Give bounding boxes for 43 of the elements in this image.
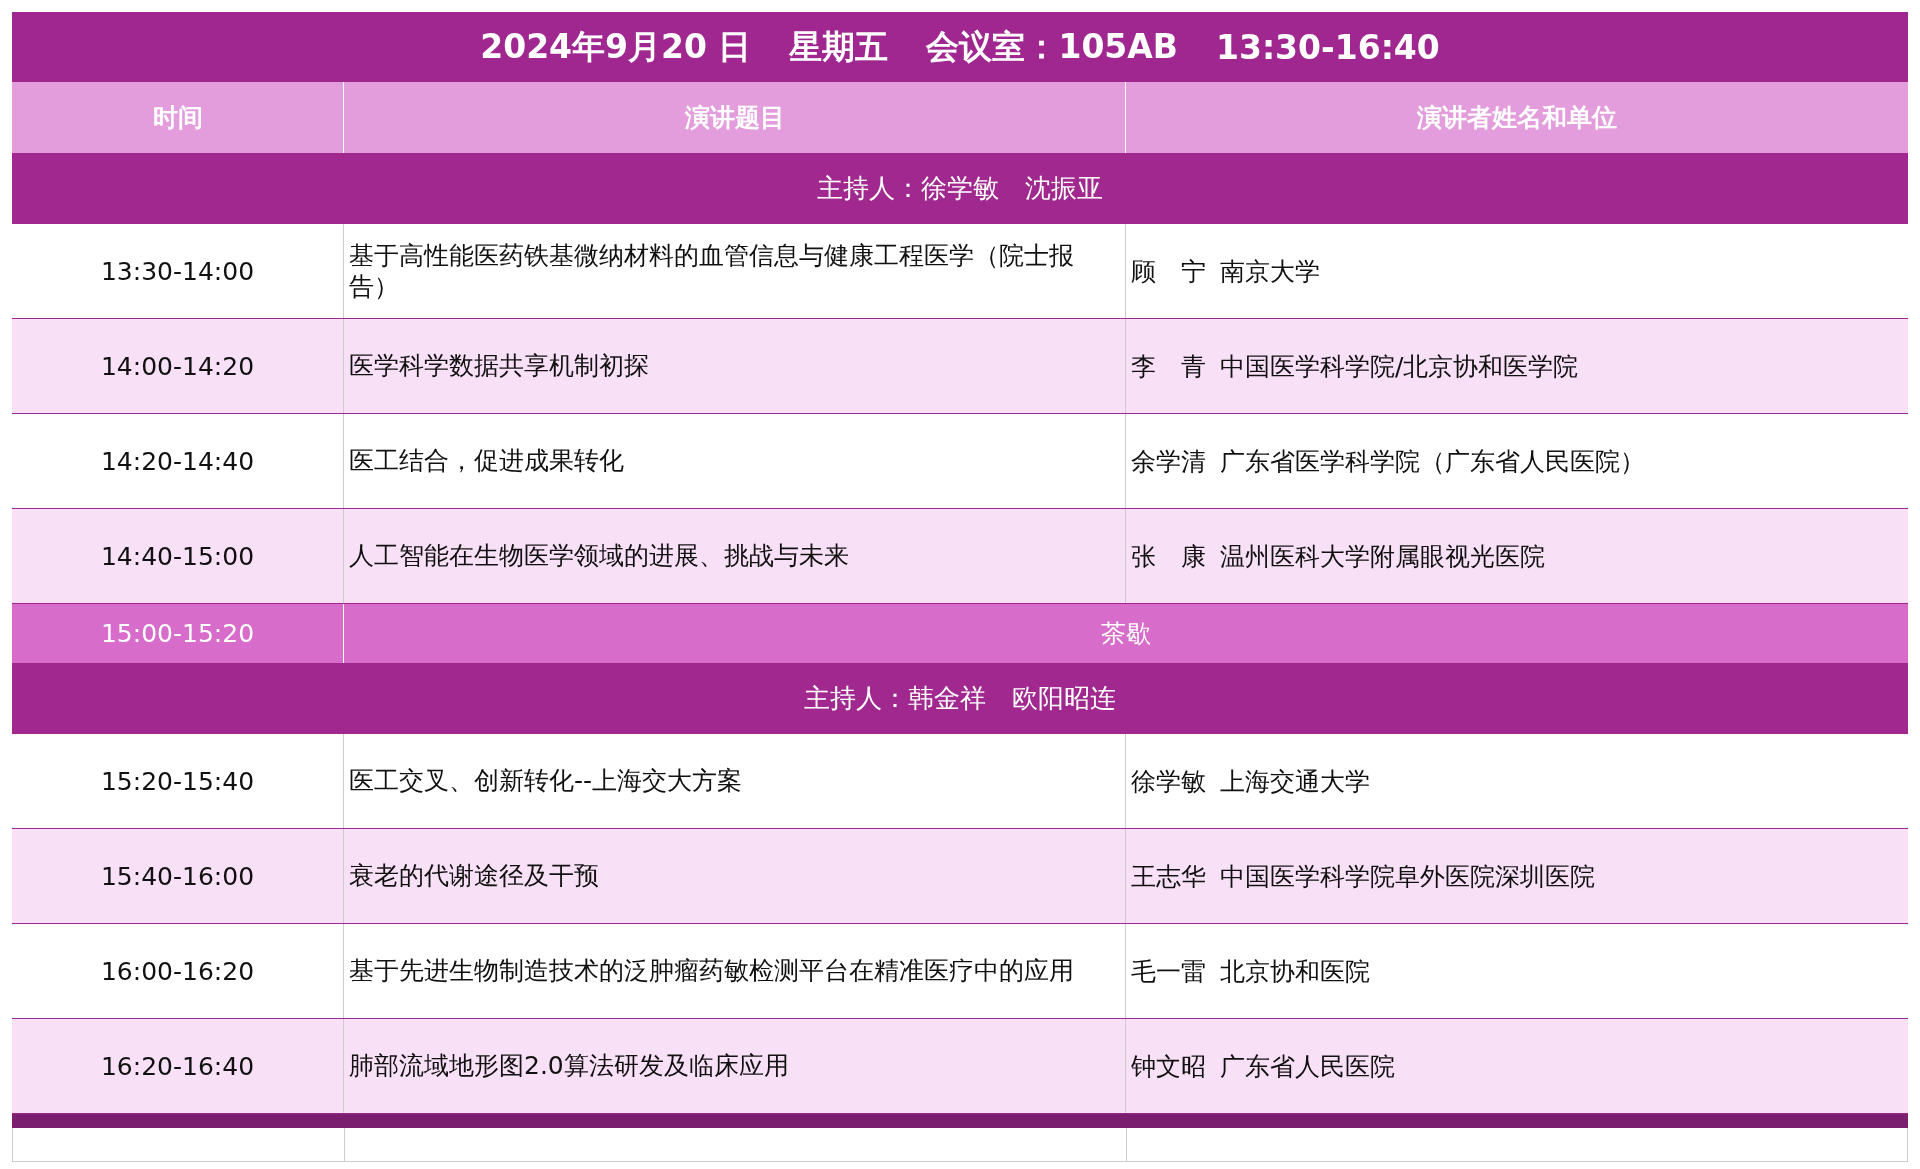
title-text: 会议室：105AB — [926, 25, 1178, 68]
speaker-affiliation: 上海交通大学 — [1220, 765, 1370, 798]
speaker-name: 李 青 — [1131, 350, 1206, 383]
header-text: 演讲题目 — [684, 102, 785, 134]
talk-title: 基于先进生物制造技术的泛肿瘤药敏检测平台在精准医疗中的应用 — [349, 955, 1074, 987]
speaker-affiliation: 中国医学科学院/北京协和医学院 — [1220, 350, 1579, 383]
host-text: 主持人：韩金祥 欧阳昭连 — [804, 682, 1116, 715]
time-text: 13:30-14:00 — [100, 256, 255, 286]
speaker-name: 王志华 — [1131, 860, 1206, 893]
speaker-name: 钟文昭 — [1131, 1050, 1206, 1083]
talk-title: 基于高性能医药铁基微纳材料的血管信息与健康工程医学（院士报告） — [349, 239, 1075, 303]
time-text: 16:00-16:20 — [100, 956, 255, 986]
talk-title: 医工结合，促进成果转化 — [349, 445, 624, 477]
title-text: 星期五 — [789, 25, 889, 68]
host-text: 主持人：徐学敏 沈振亚 — [817, 172, 1103, 205]
talk-title: 医学科学数据共享机制初探 — [349, 350, 649, 382]
speaker-affiliation: 广东省人民医院 — [1220, 1050, 1395, 1083]
break-text: 茶歇 — [1101, 618, 1151, 650]
title-text: 2024年9月20 日 — [480, 25, 752, 68]
speaker-name: 毛一雷 — [1131, 955, 1206, 988]
header-text: 时间 — [152, 102, 203, 134]
talk-title: 人工智能在生物医学领域的进展、挑战与未来 — [349, 540, 849, 572]
talk-title: 衰老的代谢途径及干预 — [349, 860, 599, 892]
header-text: 演讲者姓名和单位 — [1417, 102, 1617, 134]
speaker-name: 徐学敏 — [1131, 765, 1206, 798]
title-text: 13:30-16:40 — [1216, 27, 1440, 67]
speaker-name: 余学清 — [1131, 445, 1206, 478]
talk-title: 肺部流域地形图2.0算法研发及临床应用 — [349, 1050, 789, 1082]
speaker-affiliation: 广东省医学科学院（广东省人民医院） — [1220, 445, 1645, 478]
speaker-affiliation: 中国医学科学院阜外医院深圳医院 — [1220, 860, 1595, 893]
speaker-name: 顾 宁 — [1131, 255, 1206, 288]
time-text: 14:00-14:20 — [100, 351, 255, 381]
speaker-affiliation: 南京大学 — [1220, 255, 1320, 288]
talk-title: 医工交叉、创新转化--上海交大方案 — [349, 765, 743, 797]
speaker-name: 张 康 — [1131, 540, 1206, 573]
time-text: 14:20-14:40 — [100, 446, 255, 476]
time-text: 15:40-16:00 — [100, 861, 255, 891]
time-text: 16:20-16:40 — [100, 1051, 255, 1081]
speaker-affiliation: 北京协和医院 — [1220, 955, 1370, 988]
time-text: 14:40-15:00 — [100, 541, 255, 571]
time-text: 15:00-15:20 — [100, 619, 255, 648]
time-text: 15:20-15:40 — [100, 766, 255, 796]
speaker-affiliation: 温州医科大学附属眼视光医院 — [1220, 540, 1545, 573]
